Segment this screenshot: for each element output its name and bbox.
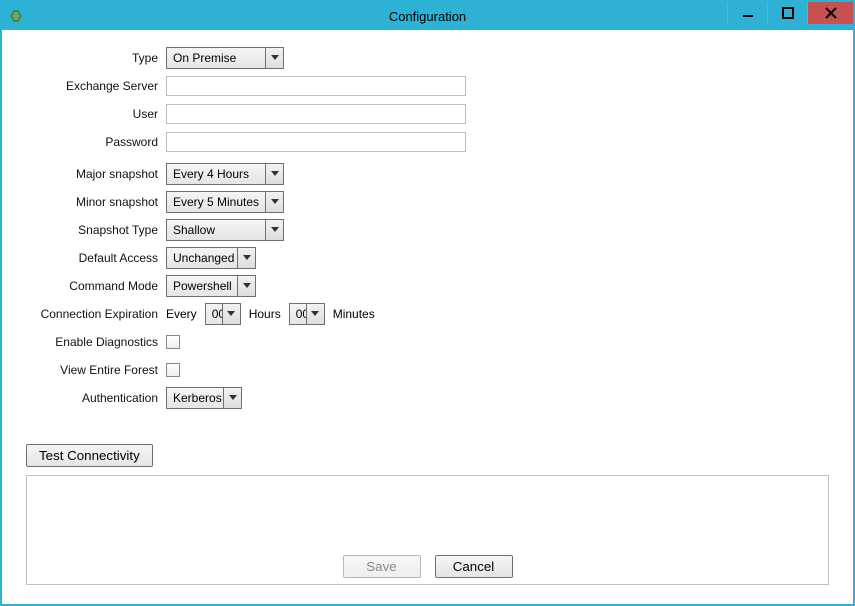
major-snapshot-value: Every 4 Hours xyxy=(167,164,265,184)
chevron-down-icon xyxy=(237,276,255,296)
user-input[interactable] xyxy=(166,104,466,124)
titlebar: Configuration xyxy=(2,2,853,30)
chevron-down-icon xyxy=(222,304,240,324)
cancel-button[interactable]: Cancel xyxy=(435,555,513,578)
chevron-down-icon xyxy=(265,220,283,240)
type-label: Type xyxy=(26,51,166,65)
minor-snapshot-label: Minor snapshot xyxy=(26,195,166,209)
window-title: Configuration xyxy=(2,9,853,24)
default-access-select[interactable]: Unchanged xyxy=(166,247,256,269)
type-select-value: On Premise xyxy=(167,48,265,68)
default-access-value: Unchanged xyxy=(167,248,237,268)
authentication-label: Authentication xyxy=(26,391,166,405)
connection-every-text: Every xyxy=(166,307,197,321)
save-button[interactable]: Save xyxy=(343,555,421,578)
close-icon xyxy=(825,7,837,19)
type-select[interactable]: On Premise xyxy=(166,47,284,69)
maximize-button[interactable] xyxy=(767,2,807,24)
password-input[interactable] xyxy=(166,132,466,152)
command-mode-label: Command Mode xyxy=(26,279,166,293)
close-button[interactable] xyxy=(807,2,853,24)
snapshot-type-select[interactable]: Shallow xyxy=(166,219,284,241)
user-label: User xyxy=(26,107,166,121)
chevron-down-icon xyxy=(237,248,255,268)
snapshot-type-label: Snapshot Type xyxy=(26,223,166,237)
chevron-down-icon xyxy=(265,48,283,68)
test-connectivity-button[interactable]: Test Connectivity xyxy=(26,444,153,467)
default-access-label: Default Access xyxy=(26,251,166,265)
authentication-select[interactable]: Kerberos xyxy=(166,387,242,409)
chevron-down-icon xyxy=(223,388,241,408)
exchange-server-input[interactable] xyxy=(166,76,466,96)
password-label: Password xyxy=(26,135,166,149)
view-entire-forest-label: View Entire Forest xyxy=(26,363,166,377)
configuration-window: Configuration Type On Premise Ex xyxy=(0,0,855,606)
connection-minutes-select[interactable]: 00 xyxy=(289,303,325,325)
footer-buttons: Save Cancel xyxy=(2,555,853,578)
window-controls xyxy=(727,2,853,24)
major-snapshot-label: Major snapshot xyxy=(26,167,166,181)
maximize-icon xyxy=(782,7,794,19)
authentication-value: Kerberos xyxy=(167,388,223,408)
view-entire-forest-checkbox[interactable] xyxy=(166,363,180,377)
app-icon xyxy=(8,8,24,24)
connection-expiration-label: Connection Expiration xyxy=(26,307,166,321)
connection-hours-select[interactable]: 00 xyxy=(205,303,241,325)
minimize-button[interactable] xyxy=(727,2,767,24)
connection-hours-text: Hours xyxy=(249,307,281,321)
minor-snapshot-value: Every 5 Minutes xyxy=(167,192,265,212)
client-area: Type On Premise Exchange Server User Pas… xyxy=(2,30,853,604)
connection-hours-value: 00 xyxy=(206,304,222,324)
minor-snapshot-select[interactable]: Every 5 Minutes xyxy=(166,191,284,213)
exchange-server-label: Exchange Server xyxy=(26,79,166,93)
chevron-down-icon xyxy=(265,192,283,212)
minimize-icon xyxy=(742,7,754,19)
command-mode-select[interactable]: Powershell xyxy=(166,275,256,297)
major-snapshot-select[interactable]: Every 4 Hours xyxy=(166,163,284,185)
chevron-down-icon xyxy=(265,164,283,184)
chevron-down-icon xyxy=(306,304,324,324)
connection-minutes-value: 00 xyxy=(290,304,306,324)
snapshot-type-value: Shallow xyxy=(167,220,265,240)
enable-diagnostics-checkbox[interactable] xyxy=(166,335,180,349)
enable-diagnostics-label: Enable Diagnostics xyxy=(26,335,166,349)
command-mode-value: Powershell xyxy=(167,276,237,296)
connection-minutes-text: Minutes xyxy=(333,307,375,321)
